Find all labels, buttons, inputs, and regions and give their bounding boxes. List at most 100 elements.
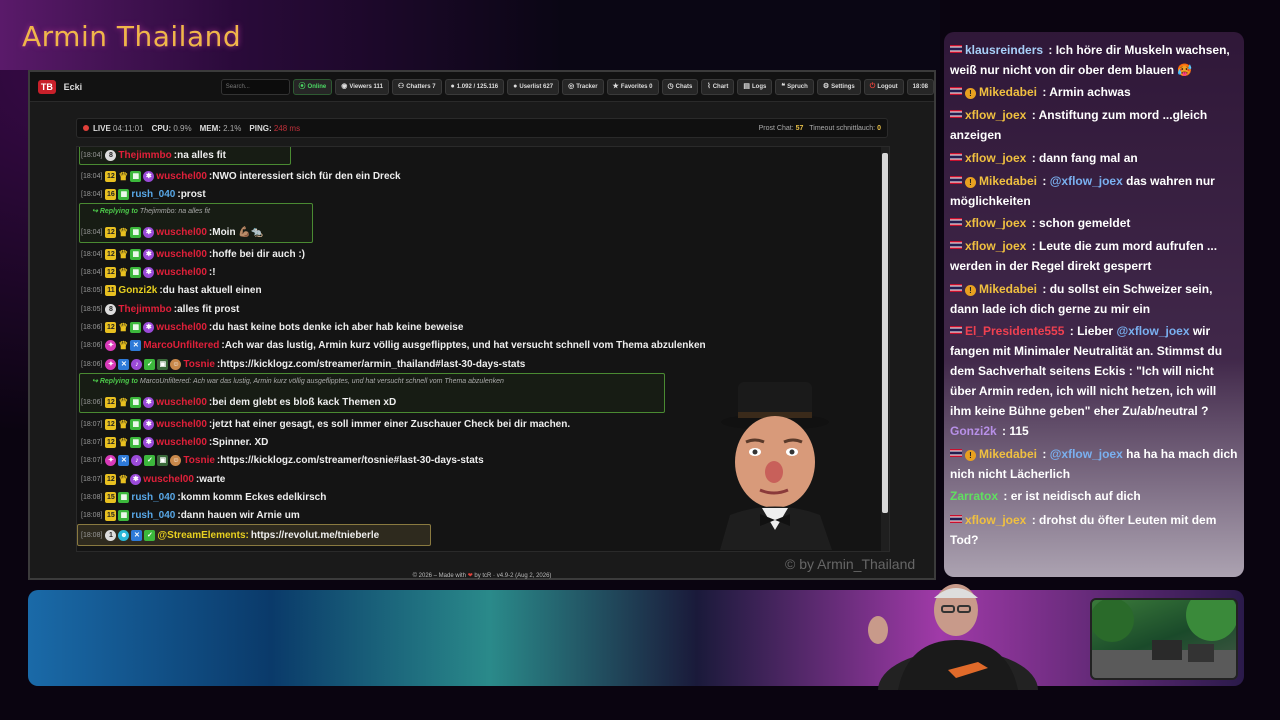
app-logo[interactable]: TB <box>38 79 56 94</box>
username[interactable]: wuschel00 <box>156 227 207 238</box>
username[interactable]: wuschel00 <box>156 437 207 448</box>
crown-icon: ♛ <box>118 473 129 486</box>
reply-label: Replying to <box>99 378 138 385</box>
coin-icon: ! <box>965 450 976 461</box>
verified-icon: ✱ <box>143 396 155 408</box>
crown-icon: ♛ <box>118 321 129 334</box>
overlay-username: Mikedabei <box>979 447 1038 461</box>
heart-icon: ❤ <box>467 573 473 579</box>
chart-icon: ⌇ <box>707 82 711 90</box>
message-text: du hast keine bots denke ich aber hab ke… <box>212 321 464 333</box>
username[interactable]: wuschel00 <box>156 322 207 333</box>
overlay-text: : 115 <box>1002 424 1029 438</box>
username[interactable]: wuschel00 <box>156 397 207 408</box>
username[interactable]: Thejimmbo <box>118 150 171 161</box>
online-button[interactable]: ⦿ Online <box>292 78 333 95</box>
tracker-icon: ◎ <box>568 82 575 90</box>
stream-title: Armin Thailand <box>22 20 242 53</box>
ping-stat: PING: 248 ms <box>249 124 300 133</box>
username[interactable]: Tosnie <box>183 359 214 370</box>
tracker-button[interactable]: ◎ Tracker <box>562 78 604 95</box>
username[interactable]: @StreamElements: <box>157 530 248 541</box>
chart-button[interactable]: ⌇ Chart <box>701 78 735 95</box>
username[interactable]: rush_040 <box>131 510 175 521</box>
chat-message: [18:04] 16 ▦ rush_040: prost <box>81 188 206 200</box>
search-input[interactable]: Search... <box>220 78 290 95</box>
message-text: warte <box>199 473 226 485</box>
logout-icon: ⏻ <box>869 82 876 90</box>
prost-label: Prost Chat: <box>758 124 794 132</box>
chat-message: [18:04] 12 ♛ ▦ ✱ wuschel00: hoffe bei dir a… <box>81 248 306 261</box>
chat-message: [18:04] 12 ♛ ▦ ✱ wuschel00: NWO interessier… <box>81 170 401 183</box>
logout-button[interactable]: ⏻ Logout <box>863 78 904 95</box>
badge-icon: 12 <box>105 436 117 448</box>
garden-camera <box>1090 598 1238 680</box>
gift-icon: ▦ <box>130 321 142 333</box>
message-text: dann hauen wir Arnie um <box>180 509 300 521</box>
badge-icon: 12 <box>105 473 117 485</box>
username[interactable]: Thejimmbo <box>118 304 171 315</box>
reply-quote: Thejimmbo: na alles fit <box>139 208 210 215</box>
favorites-button[interactable]: ★ Favorites 0 <box>606 78 659 95</box>
username[interactable]: wuschel00 <box>156 249 207 260</box>
message-text[interactable]: https://revolut.me/tnieberle <box>251 530 379 541</box>
flag-icon <box>950 218 962 226</box>
spruch-button[interactable]: ❝ Spruch <box>775 78 814 95</box>
username[interactable]: wuschel00 <box>156 419 207 430</box>
chats-button[interactable]: ◷ Chats <box>661 78 699 95</box>
overlay-text: : schon gemeldet <box>1031 216 1131 230</box>
timestamp: [18:07] <box>81 420 103 428</box>
message-text: https://kicklogz.com/streamer/tosnie#las… <box>220 454 484 466</box>
username[interactable]: wuschel00 <box>143 474 194 485</box>
viewers-button[interactable]: ◉ Viewers 111 <box>335 78 389 95</box>
logs-button[interactable]: ▤ Logs <box>737 78 773 95</box>
username[interactable]: rush_040 <box>131 189 175 200</box>
flag-icon <box>950 449 962 457</box>
username[interactable]: wuschel00 <box>156 171 207 182</box>
garden-scene <box>1092 600 1236 678</box>
nav-label: Tracker <box>576 83 598 90</box>
chatters-button[interactable]: ⚇ Chatters 7 <box>391 78 442 95</box>
scroll-thumb[interactable] <box>882 153 888 513</box>
chat-message: [18:06] 12 ♛ ▦ ✱ wuschel00: du hast keine b… <box>81 321 464 334</box>
flag-icon <box>950 515 962 523</box>
overlay-username: Mikedabei <box>979 85 1038 99</box>
overlay-message: xflow_joex : dann fang mal an <box>950 148 1238 168</box>
gift-icon: ▦ <box>130 418 142 430</box>
clock-icon: ◷ <box>667 82 674 90</box>
flag-icon <box>950 87 962 95</box>
cpu-stat: CPU: 0.9% <box>152 124 192 133</box>
chat-message: [18:07] 12 ♛ ▦ ✱ wuschel00: jetzt hat einer… <box>81 418 571 431</box>
timestamp: [18:06] <box>81 360 103 368</box>
gift-icon: ▦ <box>130 226 142 238</box>
badge-icon: 15 <box>105 509 117 521</box>
overlay-text: : dann fang mal an <box>1031 151 1138 165</box>
nav-label: Spruch <box>787 83 808 90</box>
nav-label: Chart <box>712 83 729 90</box>
userlist-button[interactable]: ● Userlist 627 <box>507 78 560 95</box>
flag-icon <box>950 176 962 184</box>
overlay-message: klausreinders : Ich höre dir Muskeln wac… <box>950 40 1238 80</box>
gift-icon: ▦ <box>130 436 142 448</box>
overlay-message: ! Mikedabei : du sollst ein Schweizer sei… <box>950 279 1238 319</box>
username[interactable]: rush_040 <box>131 492 175 503</box>
overlay-separator: : <box>1042 174 1047 188</box>
username[interactable]: wuschel00 <box>156 267 207 278</box>
overlay-message: ! Mikedabei : @xflow_joex ha ha ha mach d… <box>950 444 1238 484</box>
bottom-banner <box>28 590 1244 686</box>
nav-label: Chatters 7 <box>406 83 436 90</box>
settings-button[interactable]: ⚙ Settings <box>816 78 861 95</box>
username[interactable]: MarcoUnfiltered <box>143 340 219 351</box>
timestamp: [18:06] <box>81 398 103 406</box>
messages-count-button[interactable]: ● 1.092 / 125.116 <box>444 78 505 95</box>
chat-scrollbar[interactable] <box>881 147 889 551</box>
timestamp: [18:07] <box>81 438 103 446</box>
username[interactable]: Tosnie <box>183 455 214 466</box>
username[interactable]: Gonzi2k <box>118 285 157 296</box>
message-text: Spinner. XD <box>212 436 269 448</box>
overlay-separator: : <box>1042 447 1047 461</box>
overlay-message: ! Mikedabei : @xflow_joex das wahren nur … <box>950 171 1238 211</box>
timestamp: [18:07] <box>81 456 103 464</box>
cpu-value: 0.9% <box>173 123 192 133</box>
mic-icon: ♪ <box>131 358 143 370</box>
